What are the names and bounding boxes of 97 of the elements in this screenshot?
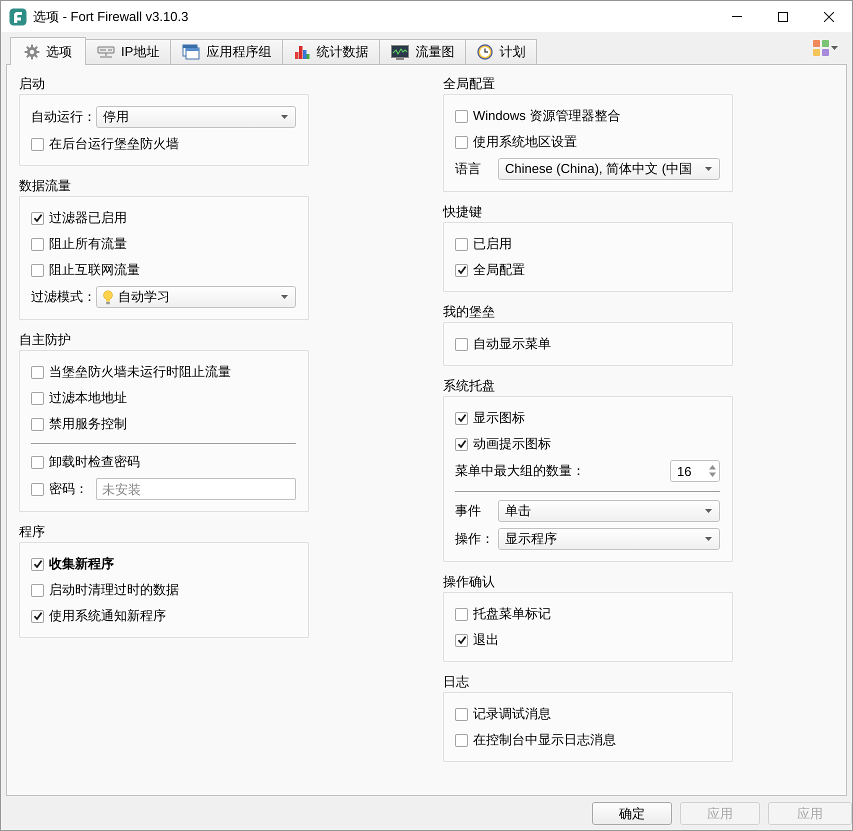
group-title: 全局配置 xyxy=(443,76,496,92)
checkbox-label[interactable]: 过滤器已启用 xyxy=(49,209,127,227)
spin-box[interactable]: 16 xyxy=(670,460,720,482)
caret-icon xyxy=(705,537,712,541)
tab[interactable]: 应用程序组 xyxy=(170,39,284,64)
checkbox[interactable] xyxy=(31,392,44,404)
maximize-icon xyxy=(778,12,788,22)
gear-icon xyxy=(24,44,40,60)
checkbox[interactable] xyxy=(31,482,44,496)
checkbox-label[interactable]: 使用系统通知新程序 xyxy=(49,607,166,625)
dropdown[interactable]: 停用 xyxy=(96,106,296,128)
dropdown[interactable]: 自动学习 xyxy=(96,286,296,308)
checkbox[interactable] xyxy=(455,338,468,350)
checkbox[interactable] xyxy=(31,238,44,250)
checkbox-label[interactable]: 阻止互联网流量 xyxy=(49,261,140,279)
checkbox[interactable] xyxy=(455,634,468,646)
minimize-icon xyxy=(732,16,742,17)
checkbox-label[interactable]: 当堡垒防火墙未运行时阻止流量 xyxy=(49,363,231,381)
checkbox[interactable] xyxy=(31,558,44,570)
window-icon xyxy=(182,44,200,60)
dropdown[interactable]: Chinese (China), 简体中文 (中国 xyxy=(498,158,720,180)
field-label: 菜单中最大组的数量： xyxy=(455,462,585,480)
checkbox[interactable] xyxy=(455,264,468,276)
tab[interactable]: 选项 xyxy=(10,37,86,65)
group-title: 数据流量 xyxy=(19,178,72,194)
checkbox[interactable] xyxy=(455,734,468,746)
checkbox[interactable] xyxy=(31,610,44,622)
group-title: 系统托盘 xyxy=(443,378,496,394)
checkbox[interactable] xyxy=(31,138,44,150)
group-title: 我的堡垒 xyxy=(443,304,496,320)
tab[interactable]: 流量图 xyxy=(379,39,466,64)
close-icon xyxy=(824,12,834,22)
clock-icon xyxy=(477,44,494,60)
checkbox-label[interactable]: 卸载时检查密码 xyxy=(49,453,140,471)
dialog-button[interactable]: 确定 xyxy=(592,802,672,825)
checkbox[interactable] xyxy=(455,136,468,148)
network-device-icon xyxy=(97,45,115,59)
checkbox[interactable] xyxy=(455,708,468,720)
dropdown[interactable]: 显示程序 xyxy=(498,528,720,550)
checkbox[interactable] xyxy=(31,212,44,224)
field-label: 过滤模式： xyxy=(31,288,96,306)
checkbox-label[interactable]: 启动时清理过时的数据 xyxy=(49,581,179,599)
caret-icon xyxy=(705,167,712,171)
checkbox-label[interactable]: 记录调试消息 xyxy=(473,705,551,723)
monitor-graph-icon xyxy=(391,44,410,60)
checkbox[interactable] xyxy=(455,608,468,620)
caret-icon xyxy=(831,46,838,50)
lightbulb-icon xyxy=(103,290,113,304)
caret-icon xyxy=(281,115,288,119)
bar-chart-icon xyxy=(294,44,310,60)
tab[interactable]: 计划 xyxy=(465,39,538,64)
checkbox[interactable] xyxy=(31,418,44,430)
app-icon xyxy=(9,8,27,26)
tiles-menu-button[interactable] xyxy=(813,38,838,58)
group-title: 程序 xyxy=(19,524,46,540)
caret-icon xyxy=(281,295,288,299)
tab[interactable]: IP地址 xyxy=(85,39,172,64)
checkbox-label[interactable]: 使用系统地区设置 xyxy=(473,133,577,151)
checkbox[interactable] xyxy=(31,456,44,468)
field-label: 自动运行： xyxy=(31,108,96,126)
field-label: 事件 xyxy=(455,502,482,520)
checkbox[interactable] xyxy=(455,412,468,424)
checkbox-label[interactable]: 托盘菜单标记 xyxy=(473,605,551,623)
group-title: 快捷键 xyxy=(443,204,483,220)
dropdown[interactable]: 单击 xyxy=(498,500,720,522)
checkbox-label[interactable]: 密码： xyxy=(49,480,96,498)
checkbox-label[interactable]: 在控制台中显示日志消息 xyxy=(473,731,616,749)
checkbox-label[interactable]: 动画提示图标 xyxy=(473,435,551,453)
checkbox-label[interactable]: 退出 xyxy=(473,631,499,649)
checkbox-label[interactable]: 在后台运行堡垒防火墙 xyxy=(49,135,179,153)
checkbox-label[interactable]: 已启用 xyxy=(473,235,512,253)
group-title: 日志 xyxy=(443,674,470,690)
checkbox-label[interactable]: 阻止所有流量 xyxy=(49,235,127,253)
checkbox[interactable] xyxy=(455,438,468,450)
caret-icon xyxy=(705,509,712,513)
field-label: 操作： xyxy=(455,530,495,548)
checkbox-label[interactable]: 收集新程序 xyxy=(49,555,114,573)
checkbox[interactable] xyxy=(31,366,44,378)
checkbox-label[interactable]: 过滤本地地址 xyxy=(49,389,127,407)
checkbox[interactable] xyxy=(31,584,44,596)
group-title: 启动 xyxy=(19,76,46,92)
checkbox-label[interactable]: 显示图标 xyxy=(473,409,525,427)
checkbox-label[interactable]: 全局配置 xyxy=(473,261,525,279)
field-label: 语言 xyxy=(455,160,482,178)
tiles-icon xyxy=(813,40,829,56)
checkbox[interactable] xyxy=(31,264,44,276)
tab[interactable]: 统计数据 xyxy=(282,39,380,64)
checkbox[interactable] xyxy=(455,238,468,250)
password-field[interactable]: 未安装 xyxy=(96,478,296,500)
group-title: 操作确认 xyxy=(443,574,496,590)
checkbox-label[interactable]: Windows 资源管理器整合 xyxy=(473,107,620,125)
checkbox-label[interactable]: 禁用服务控制 xyxy=(49,415,127,433)
window-title: 选项 - Fort Firewall v3.10.3 xyxy=(33,8,190,26)
group-title: 自主防护 xyxy=(19,332,72,348)
checkbox[interactable] xyxy=(455,110,468,122)
spin-arrows-icon xyxy=(708,463,717,479)
checkbox-label[interactable]: 自动显示菜单 xyxy=(473,335,551,353)
